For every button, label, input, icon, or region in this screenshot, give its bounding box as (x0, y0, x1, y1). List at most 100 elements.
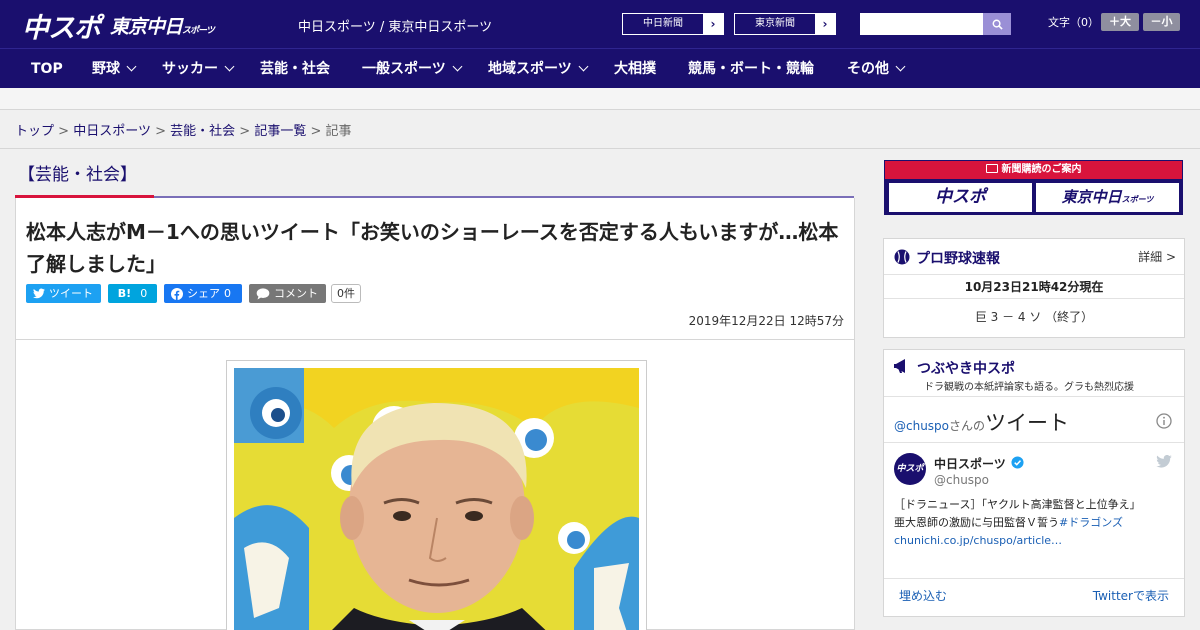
nav-item-label: 一般スポーツ (362, 61, 446, 77)
baseball-score-widget: プロ野球速報 詳細 > 10月23日21時42分現在 巨 3 － 4 ソ （終了… (883, 238, 1185, 338)
twitter-bird-icon[interactable] (1156, 455, 1172, 468)
nav-item-label: 大相撲 (614, 61, 656, 77)
article-header: 松本人志がM－1への思いツイート「お笑いのショーレースを否定する人もいますが…松… (15, 198, 855, 340)
speech-bubble-icon (256, 287, 270, 299)
tsubuyaki-title: つぶやき中スポ (917, 361, 1015, 377)
comment-count: 0件 (331, 284, 361, 303)
search-icon (992, 19, 1003, 30)
subscribe-chuspo-logo[interactable]: 中スポ (889, 183, 1032, 212)
timeline-header: @chuspoさんのツイート (894, 407, 1069, 437)
breadcrumb-link-chunichi-sports[interactable]: 中日スポーツ (73, 124, 151, 139)
ext-link-label: 東京新聞 (755, 18, 795, 29)
breadcrumb-link-top[interactable]: トップ (15, 124, 54, 139)
search-button[interactable] (983, 13, 1011, 35)
nav-item-label: 芸能・社会 (260, 61, 330, 77)
tweet-button[interactable]: ツイート (26, 284, 101, 303)
hatena-bookmark-icon: B! (117, 287, 132, 300)
tokyo-shimbun-link[interactable]: 東京新聞 › (734, 13, 836, 35)
article-photo-frame (226, 360, 647, 630)
divider (884, 578, 1184, 579)
font-larger-button[interactable]: ＋大 (1101, 13, 1139, 31)
nav-item-label: サッカー (162, 61, 218, 77)
tweet-text-body: 亜大恩師の激励に与田監督Ｖ誓う (894, 516, 1059, 529)
tsubuyaki-subtitle: ドラ観戦の本紙評論家も語る。グラも熱烈応援 (924, 382, 1134, 393)
nav-item-entertainment[interactable]: 芸能・社会 (260, 49, 330, 89)
nav-item-other[interactable]: その他 (847, 49, 906, 89)
baseball-score[interactable]: 巨 3 － 4 ソ （終了） (884, 299, 1184, 337)
embed-link[interactable]: 埋め込む (899, 587, 947, 604)
nav-item-baseball[interactable]: 野球 (92, 49, 137, 89)
tweet-link[interactable]: chunichi.co.jp/chuspo/article… (894, 532, 1179, 550)
font-smaller-button[interactable]: －小 (1143, 13, 1180, 31)
logo-tokyo-text: 東京中日 (110, 16, 183, 38)
nav-item-racing[interactable]: 競馬・ボート・競輪 (688, 49, 814, 89)
nav-item-label: その他 (847, 61, 889, 77)
hatena-count: 0 (140, 287, 148, 300)
divider (0, 148, 1200, 149)
verified-badge-icon (1011, 456, 1024, 469)
info-icon[interactable] (1156, 413, 1172, 429)
breadcrumb-separator: > (155, 124, 166, 139)
avatar[interactable]: 中スポ (894, 453, 926, 485)
nav-item-soccer[interactable]: サッカー (162, 49, 235, 89)
nav-item-label: TOP (31, 61, 63, 77)
logo-tokyo-small: スポーツ (182, 26, 215, 36)
divider (884, 396, 1184, 397)
twitter-widget: つぶやき中スポ ドラ観戦の本紙評論家も語る。グラも熱烈応援 @chuspoさんの… (883, 349, 1185, 617)
tweet-author-handle[interactable]: @chuspo (934, 473, 989, 487)
chevron-down-icon (578, 61, 589, 72)
breadcrumb-link-article-list[interactable]: 記事一覧 (254, 124, 306, 139)
tweet-text-line: ［ドラニュース］「ヤクルト高津監督と上位争え」 (894, 498, 1141, 511)
nav-item-general-sports[interactable]: 一般スポーツ (362, 49, 463, 89)
chevron-right-icon: › (703, 14, 723, 34)
chevron-down-icon (452, 61, 463, 72)
subscription-banner[interactable]: 新聞購読のご案内 中スポ 東京中日スポーツ (884, 160, 1183, 215)
logo-chuspo[interactable]: 中スポ (22, 6, 101, 45)
publish-date: 2019年12月22日 12時57分 (688, 314, 844, 328)
comment-label: コメント (274, 287, 318, 300)
comment-button[interactable]: コメント (249, 284, 326, 303)
widget-header: プロ野球速報 詳細 > (884, 239, 1184, 275)
breadcrumb-separator: > (58, 124, 70, 139)
chevron-right-icon: › (815, 14, 835, 34)
baseball-timestamp: 10月23日21時42分現在 (884, 275, 1184, 299)
nav-item-label: 地域スポーツ (488, 61, 572, 77)
timeline-handle-suffix: さんの (949, 419, 986, 433)
nav-item-top[interactable]: TOP (31, 49, 63, 89)
tweet-author-name[interactable]: 中日スポーツ (934, 455, 1006, 472)
site-names: 中日スポーツ / 東京中日スポーツ (298, 20, 493, 35)
tweet-text-line: 亜大恩師の激励に与田監督Ｖ誓う#ドラゴンズ (894, 514, 1179, 532)
chevron-down-icon (895, 61, 906, 72)
portrait-photo (234, 368, 639, 630)
article-body (15, 339, 855, 630)
facebook-icon (171, 287, 183, 300)
site-header: 中スポ 東京中日スポーツ 中日スポーツ / 東京中日スポーツ 中日新聞 › 東京… (0, 0, 1200, 48)
article-photo[interactable] (234, 368, 639, 630)
tweet-hashtag[interactable]: #ドラゴンズ (1059, 516, 1123, 529)
sub-nav-strip (0, 88, 1200, 110)
breadcrumb-separator: > (310, 124, 322, 139)
tweet-label: ツイート (49, 287, 93, 300)
ext-link-label: 中日新聞 (643, 18, 683, 29)
facebook-share-button[interactable]: シェア 0 (164, 284, 242, 303)
main-nav: TOP 野球 サッカー 芸能・社会 一般スポーツ 地域スポーツ 大相撲 競馬・ボ… (0, 48, 1200, 88)
view-on-twitter-link[interactable]: Twitterで表示 (1093, 587, 1169, 604)
category-label: 【芸能・社会】 (18, 165, 137, 185)
timeline-handle[interactable]: @chuspo (894, 419, 949, 433)
font-size-label: 文字（0） (1048, 16, 1099, 29)
subscribe-tokyo-chunichi-logo[interactable]: 東京中日スポーツ (1036, 183, 1179, 212)
baseball-detail-link[interactable]: 詳細 > (1138, 248, 1176, 265)
facebook-share-label: シェア (187, 287, 220, 300)
subscribe-tokyo-text: 東京中日 (1061, 188, 1122, 206)
hatena-bookmark-button[interactable]: B! 0 (108, 284, 157, 303)
search-input[interactable] (860, 13, 983, 35)
breadcrumb-link-entertainment[interactable]: 芸能・社会 (170, 124, 235, 139)
nav-item-local-sports[interactable]: 地域スポーツ (488, 49, 589, 89)
breadcrumb-separator: > (239, 124, 251, 139)
divider (884, 442, 1184, 443)
nav-item-sumo[interactable]: 大相撲 (614, 49, 656, 89)
chunichi-shimbun-link[interactable]: 中日新聞 › (622, 13, 724, 35)
logo-tokyo-chunichi[interactable]: 東京中日スポーツ (110, 12, 215, 39)
timeline-title: ツイート (985, 411, 1070, 435)
newspaper-icon (985, 164, 998, 173)
